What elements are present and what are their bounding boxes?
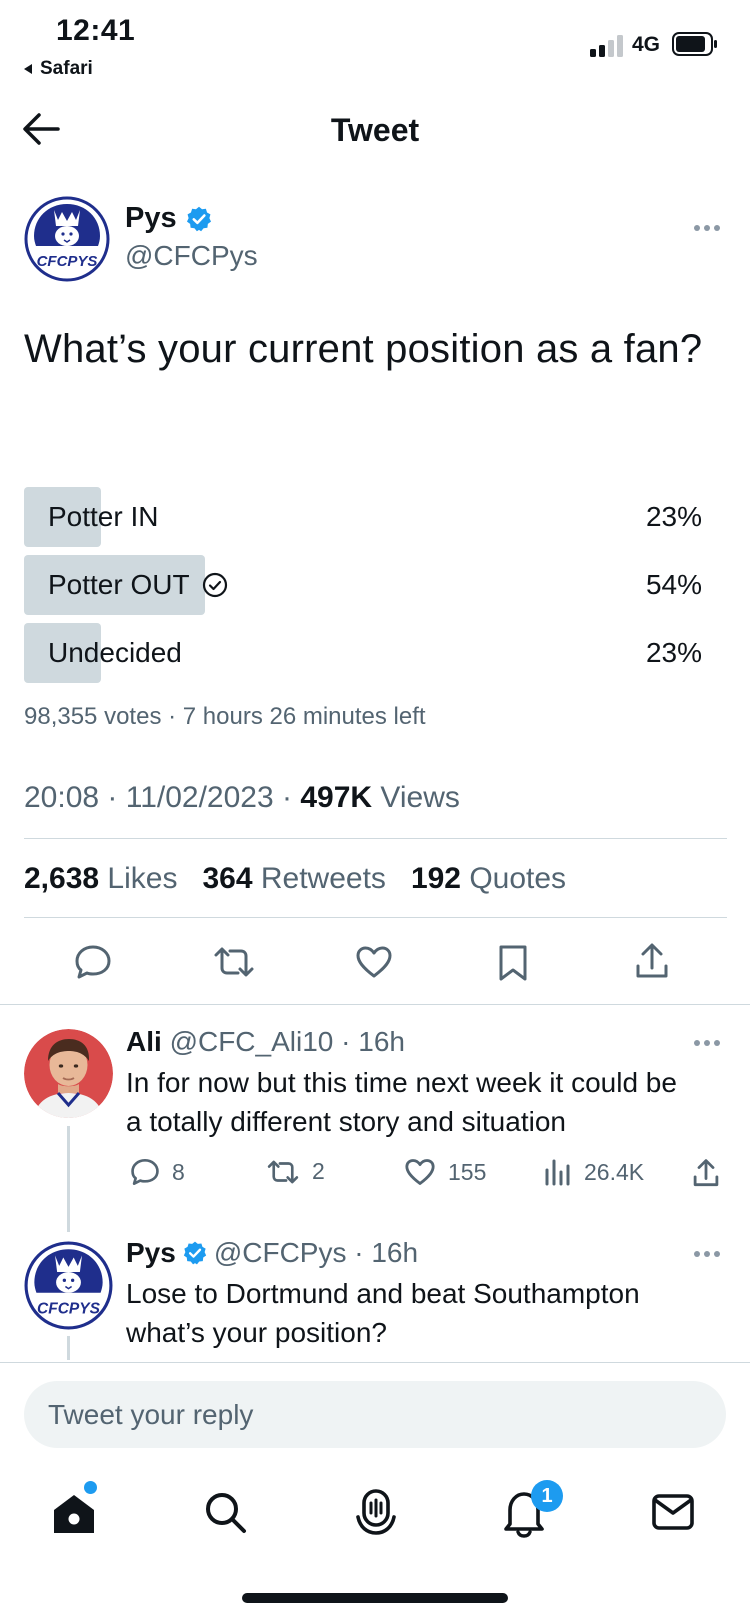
analytics-icon <box>544 1158 572 1186</box>
reply-icon <box>130 1158 160 1186</box>
views-label: Views <box>372 781 460 814</box>
reply-1-handle[interactable]: @CFC_Ali10 · 16h <box>170 1026 405 1057</box>
retweet-button[interactable] <box>212 946 256 978</box>
reply-1-views-count: 26.4K <box>584 1158 645 1185</box>
share-icon <box>634 942 670 980</box>
verified-badge-icon <box>182 1240 208 1266</box>
tab-home[interactable] <box>52 1493 96 1535</box>
reply-1-replies[interactable]: 8 <box>130 1158 185 1186</box>
quotes-stat[interactable]: 192 Quotes <box>411 862 566 895</box>
retweet-icon <box>266 1159 300 1185</box>
reply-2-handle[interactable]: @CFCPys · 16h <box>214 1237 418 1269</box>
reply-button[interactable] <box>74 944 112 980</box>
heart-icon <box>355 945 393 979</box>
tweet-timestamp-row: 20:08 · 11/02/2023 · 497K Views <box>24 781 460 815</box>
reply-icon <box>74 944 112 980</box>
poll-summary: 98,355 votes · 7 hours 26 minutes left <box>24 703 426 730</box>
author-name-row[interactable]: Pys <box>125 202 213 235</box>
heart-icon <box>404 1158 436 1186</box>
battery-icon <box>672 32 718 56</box>
mail-icon <box>652 1494 694 1530</box>
thread-line <box>67 1126 70 1232</box>
poll-option-1-percent: 23% <box>645 501 702 532</box>
reply-1-avatar[interactable] <box>24 1029 113 1118</box>
reply-1-name[interactable]: Ali <box>126 1026 162 1057</box>
reply-input[interactable]: Tweet your reply <box>24 1381 726 1448</box>
divider <box>24 917 727 918</box>
reply-2-more-options-icon[interactable] <box>693 1250 721 1258</box>
check-circle-icon <box>202 572 228 598</box>
thread-line <box>67 1336 70 1360</box>
likes-stat[interactable]: 2,638 Likes <box>24 862 177 895</box>
notifications-badge: 1 <box>531 1480 563 1512</box>
tab-search[interactable] <box>204 1491 248 1535</box>
more-options-icon[interactable] <box>693 224 721 232</box>
page-title: Tweet <box>330 112 420 148</box>
home-indicator <box>242 1593 508 1603</box>
avatar-logo-text: CFCPYS <box>37 1300 101 1317</box>
network-type: 4G <box>632 33 661 56</box>
poll-option-3: Undecided 23% <box>24 623 724 683</box>
reply-1-header: Ali @CFC_Ali10 · 16h <box>126 1026 405 1058</box>
bookmark-button[interactable] <box>497 944 529 982</box>
tweet-timestamp: 20:08 · 11/02/2023 · <box>24 781 301 814</box>
engagement-stats: 2,638 Likes 364 Retweets 192 Quotes <box>24 862 566 896</box>
signal-icon <box>590 35 626 57</box>
author-avatar[interactable]: CFCPYS <box>24 196 110 282</box>
reply-1-text: In for now but this time next week it co… <box>126 1067 677 1137</box>
bookmark-icon <box>497 944 529 982</box>
status-time: 12:41 <box>56 14 136 47</box>
verified-badge-icon <box>185 205 213 233</box>
search-icon <box>204 1491 248 1535</box>
divider <box>0 1362 750 1363</box>
tab-spaces[interactable] <box>354 1489 398 1537</box>
reply-2-header: Pys @CFCPys · 16h <box>126 1237 418 1269</box>
share-button[interactable] <box>634 942 670 980</box>
reply-1-likes[interactable]: 155 <box>404 1158 486 1186</box>
reply-1-views[interactable]: 26.4K <box>544 1158 644 1186</box>
reply-2-text: Lose to Dortmund and beat Southampton wh… <box>126 1278 640 1348</box>
back-triangle-icon <box>22 63 34 75</box>
reply-1-retweets[interactable]: 2 <box>266 1158 325 1185</box>
like-button[interactable] <box>355 945 393 979</box>
retweets-stat[interactable]: 364 Retweets <box>202 862 385 895</box>
reply-2-name[interactable]: Pys <box>126 1237 176 1269</box>
microphone-icon <box>354 1489 398 1537</box>
poll-option-2-label: Potter OUT <box>48 569 190 600</box>
reply-2-avatar[interactable]: CFCPYS <box>24 1241 113 1330</box>
share-icon <box>692 1158 720 1188</box>
tweet-text: What’s your current position as a fan? <box>24 327 703 371</box>
reply-1-retweets-count: 2 <box>312 1158 325 1184</box>
reply-1-more-options-icon[interactable] <box>693 1039 721 1047</box>
poll-option-2-percent: 54% <box>645 569 702 600</box>
poll-option-2: Potter OUT 54% <box>24 555 724 615</box>
reply-1-share[interactable] <box>692 1158 720 1188</box>
tab-messages[interactable] <box>652 1494 694 1530</box>
poll-option-3-label: Undecided <box>48 637 182 668</box>
back-to-app-link[interactable]: Safari <box>22 58 93 80</box>
author-handle[interactable]: @CFCPys <box>125 240 258 272</box>
avatar-logo-text: CFCPYS <box>37 253 98 270</box>
reply-1-replies-count: 8 <box>172 1158 185 1185</box>
back-app-label: Safari <box>40 58 93 79</box>
author-name: Pys <box>125 202 177 234</box>
retweet-icon <box>212 946 256 978</box>
home-icon <box>52 1493 96 1535</box>
views-count: 497K <box>300 781 373 814</box>
poll-option-3-percent: 23% <box>645 637 702 668</box>
reply-input-placeholder: Tweet your reply <box>48 1399 254 1430</box>
divider <box>24 838 727 839</box>
home-unread-dot <box>84 1481 97 1494</box>
poll-option-1-label: Potter IN <box>48 501 159 532</box>
divider <box>0 1004 750 1005</box>
reply-1-likes-count: 155 <box>448 1158 487 1185</box>
poll-option-1: Potter IN 23% <box>24 487 724 547</box>
